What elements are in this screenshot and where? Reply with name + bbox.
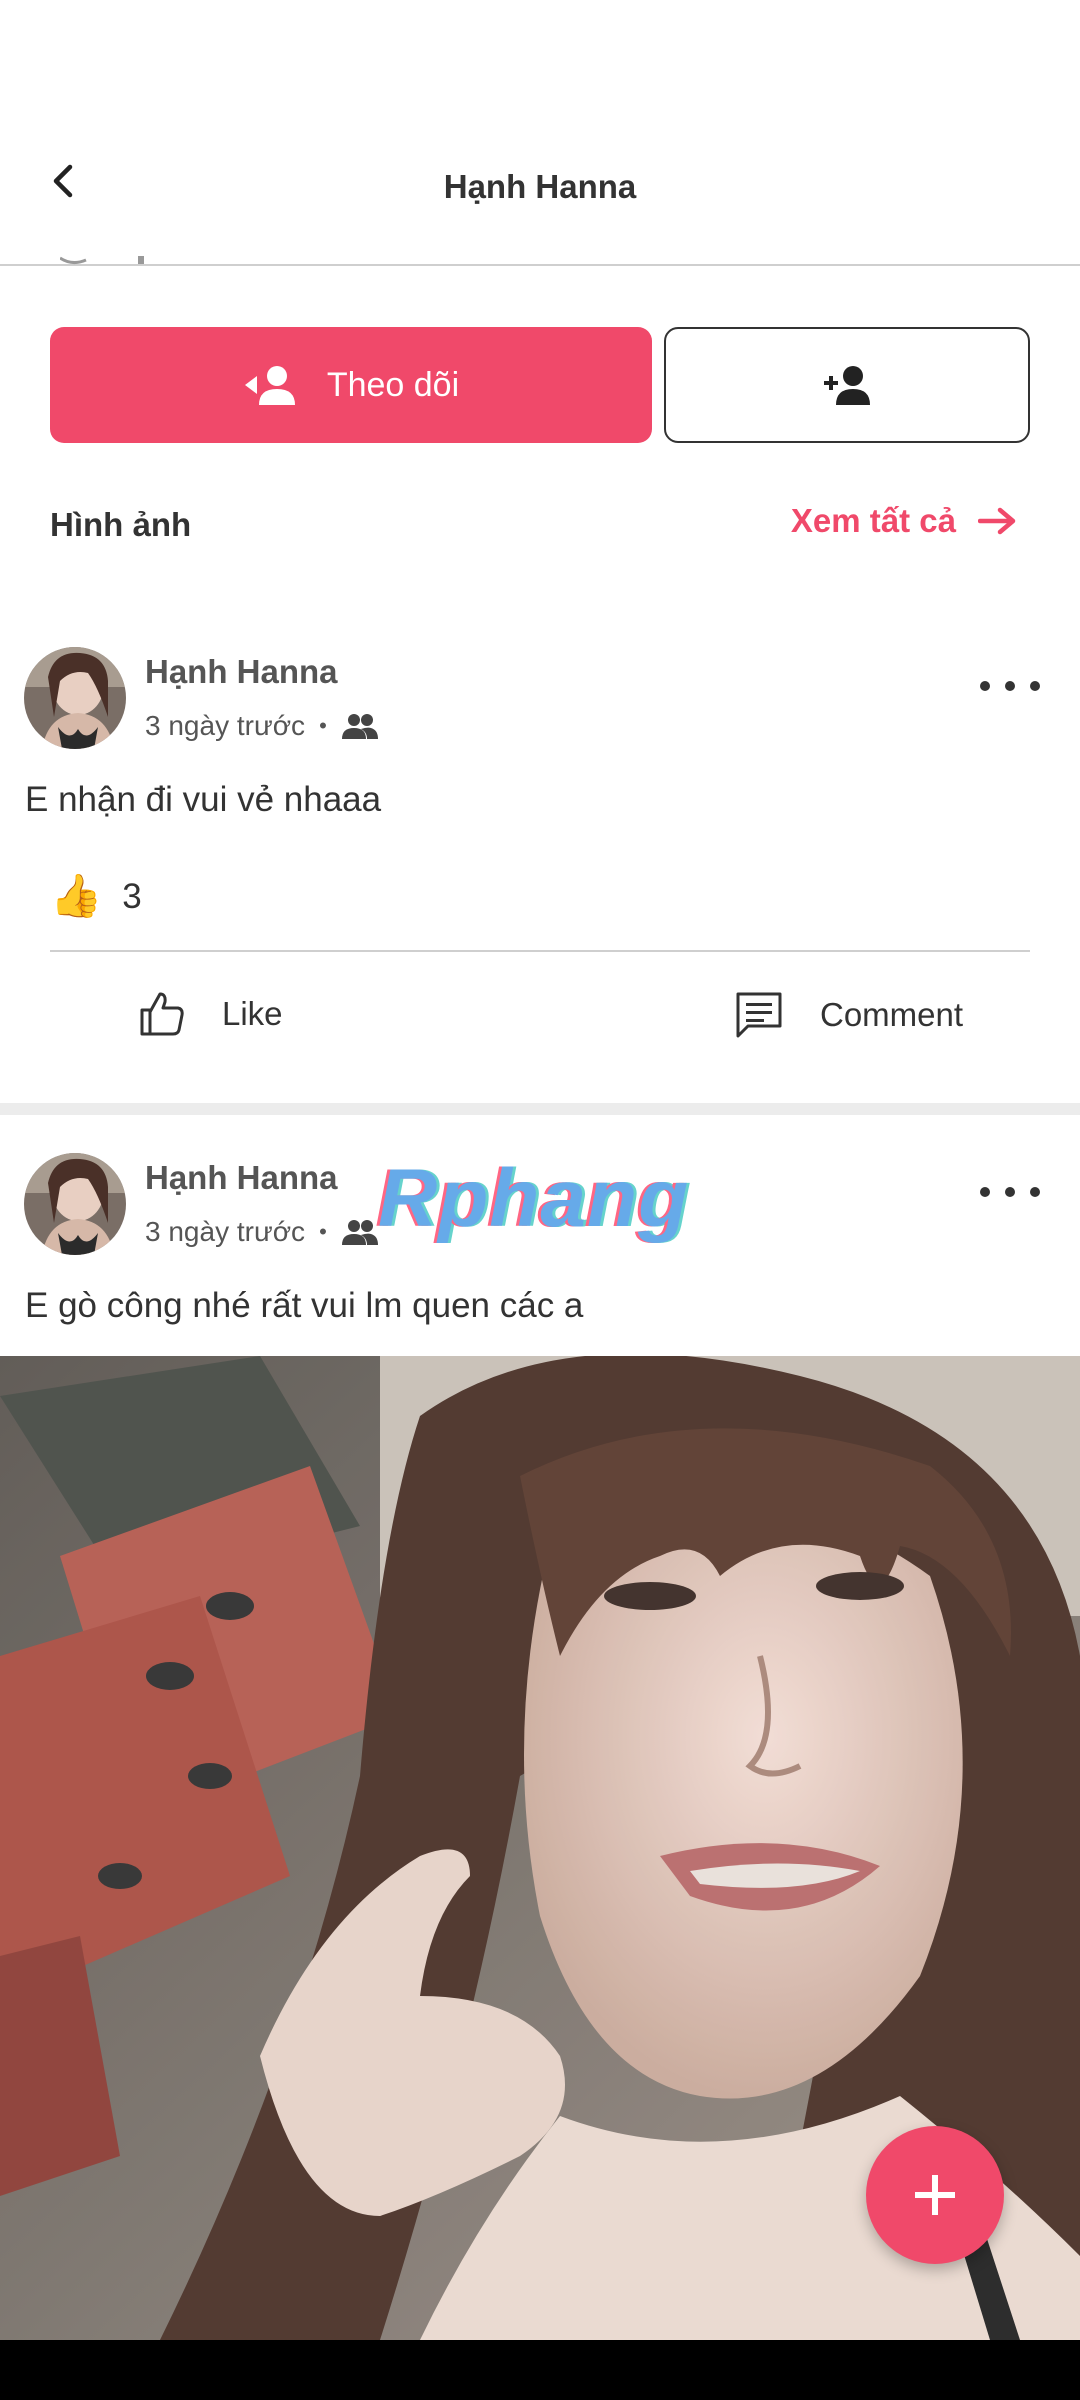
post-separator — [0, 1103, 1080, 1115]
more-dot — [1005, 1187, 1015, 1197]
more-dot — [1005, 681, 1015, 691]
like-label: Like — [222, 995, 283, 1032]
post-more-button[interactable] — [980, 666, 1040, 706]
post-text: E gò công nhé rất vui lm quen các a — [25, 1286, 584, 1325]
add-user-icon — [824, 366, 870, 405]
plus-icon — [915, 2175, 955, 2215]
avatar[interactable] — [24, 1153, 126, 1255]
watermark-logo: Rphang — [378, 1153, 690, 1244]
system-navigation-bar — [0, 2340, 1080, 2400]
post-author-name[interactable]: Hạnh Hanna — [145, 653, 338, 691]
post-more-button[interactable] — [980, 1172, 1040, 1212]
thumbs-up-emoji-icon: 👍 — [50, 872, 103, 919]
post-card: Hạnh Hanna 3 ngày trước • E nhận đi vui … — [0, 620, 1080, 1103]
thumbs-up-outline-icon — [140, 992, 184, 1036]
more-dot — [1030, 681, 1040, 691]
post-text: E nhận đi vui vẻ nhaaa — [25, 780, 382, 819]
more-dot — [980, 681, 990, 691]
create-post-fab[interactable] — [866, 2126, 1004, 2264]
comment-button[interactable]: Comment — [734, 990, 963, 1040]
see-all-label: Xem tất cả — [790, 502, 956, 539]
follow-user-icon — [244, 366, 295, 405]
post-time: 3 ngày trước — [145, 1216, 306, 1247]
follow-button[interactable]: Theo dõi — [50, 327, 652, 443]
more-dot — [1030, 1187, 1040, 1197]
status-bar — [0, 0, 1080, 110]
avatar[interactable] — [24, 647, 126, 749]
comment-icon — [736, 992, 782, 1038]
add-friend-button[interactable] — [664, 327, 1030, 443]
more-dot — [980, 1187, 990, 1197]
arrow-right-icon — [978, 507, 1016, 535]
app-header: Hạnh Hanna — [0, 110, 1080, 266]
post-author-name[interactable]: Hạnh Hanna — [145, 1159, 338, 1197]
post-meta: 3 ngày trước • — [145, 710, 379, 742]
comment-label: Comment — [820, 996, 964, 1033]
meta-separator-dot: • — [319, 1219, 327, 1244]
photos-section-title: Hình ảnh — [50, 506, 192, 543]
like-button[interactable]: Like — [138, 990, 283, 1038]
see-all-photos-link[interactable]: Xem tất cả — [791, 502, 1018, 540]
post-meta: 3 ngày trước • — [145, 1216, 379, 1248]
friends-icon — [341, 1220, 378, 1245]
meta-separator-dot: • — [319, 713, 327, 738]
follow-button-label: Theo dõi — [326, 365, 460, 404]
friends-icon — [341, 714, 378, 739]
divider — [50, 950, 1030, 952]
scrolled-content-edge — [60, 256, 144, 265]
reaction-summary[interactable]: 👍 3 — [50, 872, 142, 921]
page-title: Hạnh Hanna — [443, 168, 637, 205]
post-time: 3 ngày trước — [145, 710, 306, 741]
reaction-count: 3 — [122, 876, 142, 916]
